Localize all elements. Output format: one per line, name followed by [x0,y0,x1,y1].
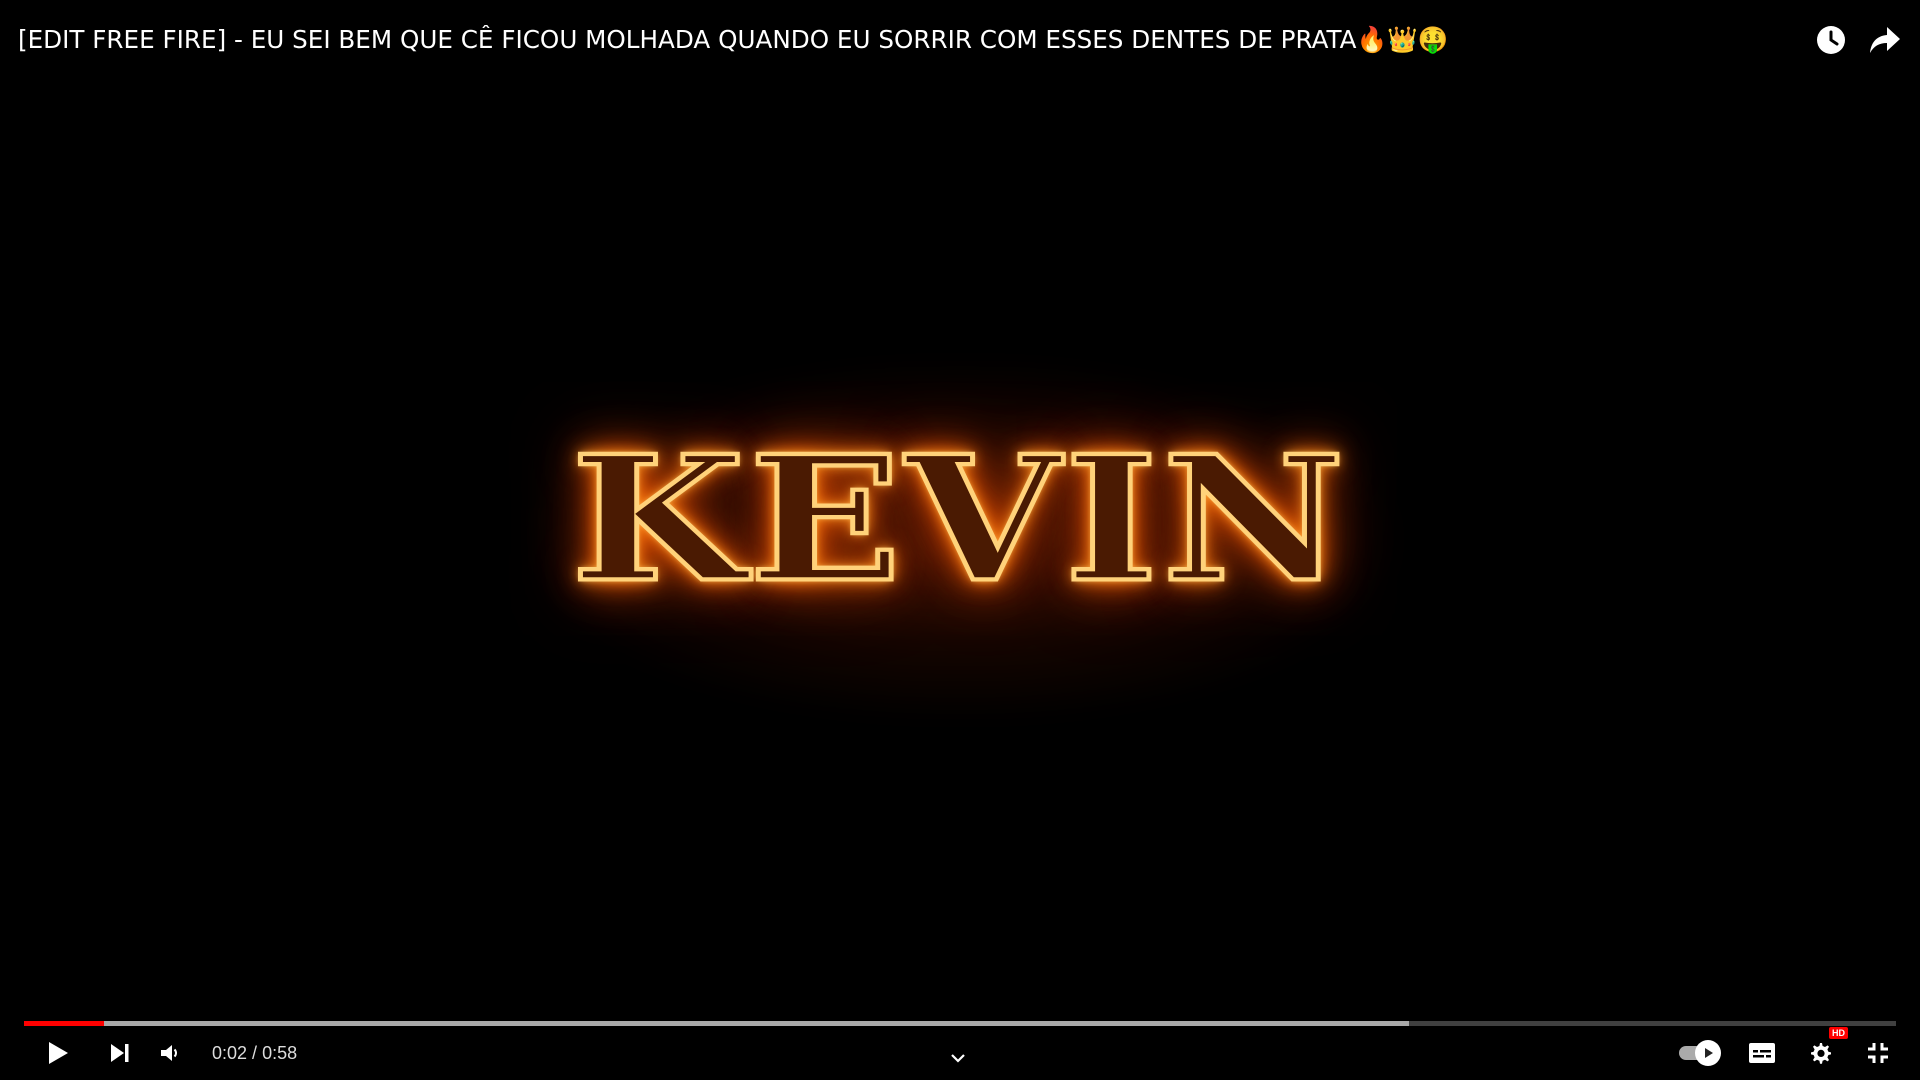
subtitles-button[interactable] [1744,1033,1780,1073]
current-time: 0:02 [212,1042,248,1063]
subtitles-icon [1749,1043,1775,1063]
volume-icon [161,1045,177,1061]
hd-badge: HD [1829,1027,1848,1039]
progress-bar[interactable] [24,1021,1896,1026]
play-button[interactable] [40,1033,76,1073]
left-controls: 0:02 / 0:58 [40,1033,297,1073]
autoplay-toggle-icon [1695,1040,1721,1066]
exit-fullscreen-button[interactable] [1860,1033,1896,1073]
time-separator: / [247,1042,263,1063]
video-title[interactable]: [EDIT FREE FIRE] - EU SEI BEM QUE CÊ FIC… [18,25,1767,55]
time-display: 0:02 / 0:58 [212,1043,297,1064]
right-controls: HD [1672,1027,1896,1073]
play-icon [49,1042,68,1064]
autoplay-toggle[interactable] [1672,1033,1722,1073]
share-arrow-icon [1870,27,1900,53]
next-icon [111,1044,129,1062]
chevron-down-icon [951,1054,965,1063]
autoplay-track [1679,1040,1721,1066]
watch-later-button[interactable] [1814,23,1848,57]
next-button[interactable] [102,1033,138,1073]
video-player[interactable]: KEVIN [EDIT FREE FIRE] - EU SEI BEM QUE … [0,0,1920,1080]
clock-icon [1817,26,1845,54]
top-bar: [EDIT FREE FIRE] - EU SEI BEM QUE CÊ FIC… [0,0,1920,80]
duration: 0:58 [262,1042,298,1063]
video-frame[interactable]: KEVIN [0,0,1920,1080]
top-actions [1814,23,1902,57]
expand-chevron-button[interactable] [950,1038,966,1078]
share-button[interactable] [1868,23,1902,57]
exit-fullscreen-icon [1868,1043,1888,1063]
overlay-fire-text: KEVIN [569,418,1349,621]
progress-played [24,1021,105,1026]
settings-button[interactable]: HD [1802,1027,1848,1073]
player-controls: 0:02 / 0:58 HD [0,1027,1920,1078]
volume-button[interactable] [152,1033,188,1073]
progress-loaded [24,1021,1410,1026]
gear-icon [1811,1043,1831,1064]
